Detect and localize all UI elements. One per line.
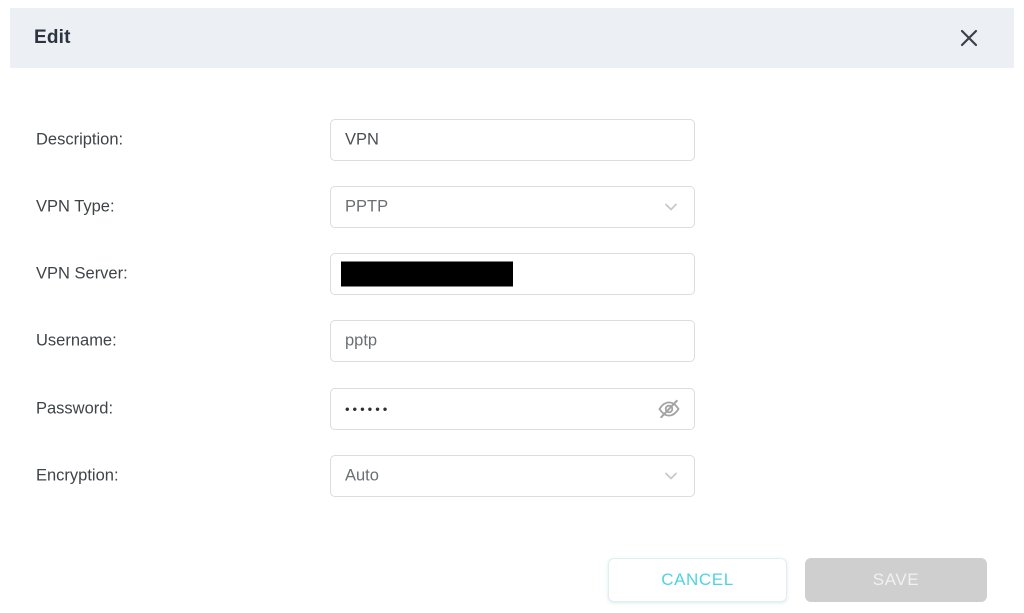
vpn-type-select[interactable]: PPTP bbox=[330, 186, 695, 228]
eye-slash-icon[interactable] bbox=[656, 397, 682, 421]
label-description: Description: bbox=[36, 130, 124, 149]
label-username: Username: bbox=[36, 331, 117, 350]
chevron-down-icon[interactable] bbox=[660, 465, 682, 487]
form-row-vpn-type: VPN Type: PPTP bbox=[0, 186, 1024, 228]
description-input[interactable]: VPN bbox=[330, 119, 695, 161]
description-input-value: VPN bbox=[345, 130, 379, 149]
chevron-down-icon[interactable] bbox=[660, 196, 682, 218]
save-button[interactable]: SAVE bbox=[805, 558, 987, 602]
username-input[interactable]: pptp bbox=[330, 320, 695, 362]
encryption-select[interactable]: Auto bbox=[330, 455, 695, 497]
encryption-select-value: Auto bbox=[345, 466, 379, 485]
label-vpn-server: VPN Server: bbox=[36, 264, 128, 283]
vpn-type-select-value: PPTP bbox=[345, 197, 389, 216]
form-row-encryption: Encryption: Auto bbox=[0, 455, 1024, 497]
close-x-icon bbox=[958, 27, 980, 49]
dialog-header: Edit bbox=[10, 8, 1014, 68]
form-row-vpn-server: VPN Server: bbox=[0, 253, 1024, 295]
dialog-footer: CANCEL SAVE bbox=[0, 0, 1024, 613]
username-input-value: pptp bbox=[345, 331, 378, 350]
label-password: Password: bbox=[36, 399, 114, 418]
password-input[interactable]: •••••• bbox=[330, 388, 695, 430]
close-button[interactable] bbox=[954, 23, 984, 53]
redaction-bar bbox=[341, 261, 513, 287]
vpn-server-input[interactable] bbox=[330, 253, 695, 295]
page-title: Edit bbox=[34, 27, 71, 48]
label-encryption: Encryption: bbox=[36, 466, 119, 485]
form-row-password: Password: •••••• bbox=[0, 388, 1024, 430]
form-row-description: Description: VPN bbox=[0, 119, 1024, 161]
edit-vpn-dialog: Edit Description: VPN VPN Type: PPTP VPN… bbox=[0, 0, 1024, 613]
cancel-button[interactable]: CANCEL bbox=[608, 558, 787, 602]
form-row-username: Username: pptp bbox=[0, 320, 1024, 362]
label-vpn-type: VPN Type: bbox=[36, 197, 115, 216]
password-input-value: •••••• bbox=[345, 401, 391, 417]
